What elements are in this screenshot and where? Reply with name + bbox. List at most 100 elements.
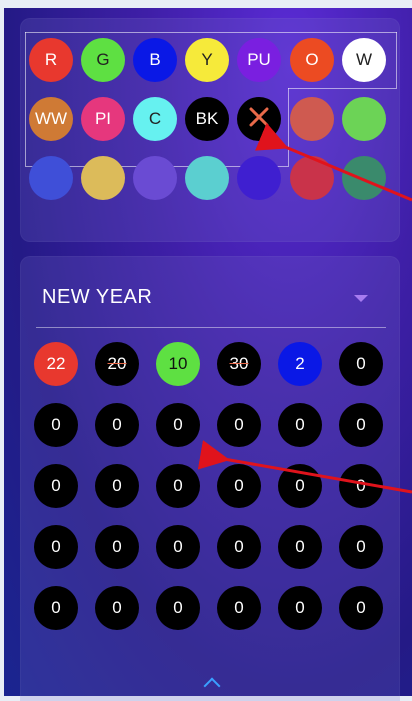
- palette-frame-inner: [288, 88, 289, 166]
- memory-slot[interactable]: 0: [156, 525, 200, 569]
- memory-slot[interactable]: 0: [95, 464, 139, 508]
- memory-dropdown[interactable]: NEW YEAR: [42, 286, 382, 312]
- memory-slot-value: 0: [356, 354, 366, 373]
- memory-slot[interactable]: 0: [339, 342, 383, 386]
- memory-slot[interactable]: 0: [339, 586, 383, 630]
- memory-slot-value: 0: [356, 415, 366, 434]
- swatch-label: B: [149, 50, 161, 69]
- memory-slot[interactable]: 0: [339, 403, 383, 447]
- swatch-label: W: [355, 50, 373, 69]
- memory-slot[interactable]: 30: [217, 342, 261, 386]
- color-swatch-pi[interactable]: PI: [81, 97, 125, 141]
- custom-color-swatch[interactable]: [342, 156, 386, 200]
- custom-color-swatch[interactable]: [237, 156, 281, 200]
- memory-slot[interactable]: 0: [339, 464, 383, 508]
- memory-slot-value: 0: [173, 415, 183, 434]
- memory-slot[interactable]: 0: [95, 586, 139, 630]
- memory-slot-value: 0: [356, 598, 366, 617]
- custom-color-swatch[interactable]: [342, 97, 386, 141]
- memory-slot[interactable]: 0: [95, 403, 139, 447]
- memory-slot-value: 30: [229, 354, 249, 373]
- memory-slot[interactable]: 0: [278, 586, 322, 630]
- memory-slot[interactable]: 0: [278, 403, 322, 447]
- swatch-label: PI: [94, 109, 112, 128]
- memory-slot-value: 0: [356, 537, 366, 556]
- color-swatch-w[interactable]: W: [342, 38, 386, 82]
- memory-slot[interactable]: 0: [217, 525, 261, 569]
- memory-slot[interactable]: 0: [339, 525, 383, 569]
- memory-slot-value: 0: [51, 476, 61, 495]
- memory-slot[interactable]: 0: [34, 464, 78, 508]
- memory-slot-value: 0: [234, 476, 244, 495]
- custom-color-swatch[interactable]: [81, 156, 125, 200]
- memory-slot-value: 0: [295, 415, 305, 434]
- memory-slot-value: 0: [234, 537, 244, 556]
- color-swatch-c[interactable]: C: [133, 97, 177, 141]
- memory-slot-value: 0: [173, 598, 183, 617]
- memory-slot-value: 0: [234, 598, 244, 617]
- memory-slot[interactable]: 0: [95, 525, 139, 569]
- memory-slot[interactable]: 22: [34, 342, 78, 386]
- swatch-label: BK: [195, 109, 219, 128]
- memory-slot[interactable]: 0: [34, 403, 78, 447]
- palette-frame-top: [25, 32, 397, 33]
- palette-frame-step: [288, 88, 397, 89]
- color-swatch-pu[interactable]: PU: [237, 38, 281, 82]
- chevron-down-icon[interactable]: [354, 295, 368, 302]
- swatch-label: PU: [247, 50, 271, 69]
- memory-slot-value: 0: [112, 476, 122, 495]
- memory-slot-value: 0: [51, 415, 61, 434]
- memory-slot[interactable]: 0: [34, 525, 78, 569]
- memory-slot[interactable]: 0: [217, 403, 261, 447]
- memory-slot-value: 10: [168, 354, 188, 373]
- memory-slot[interactable]: 0: [34, 586, 78, 630]
- memory-slot-value: 20: [107, 354, 127, 373]
- divider: [36, 327, 386, 328]
- memory-slot-value: 0: [51, 598, 61, 617]
- memory-slot[interactable]: 0: [278, 525, 322, 569]
- memory-title: NEW YEAR: [42, 286, 153, 308]
- custom-color-swatch[interactable]: [185, 156, 229, 200]
- memory-slot[interactable]: 0: [217, 586, 261, 630]
- memory-slot-value: 2: [295, 354, 305, 373]
- custom-color-swatch[interactable]: [290, 156, 334, 200]
- custom-color-swatch[interactable]: [290, 97, 334, 141]
- memory-slot[interactable]: 0: [278, 464, 322, 508]
- memory-slot-value: 0: [112, 537, 122, 556]
- color-swatch-r[interactable]: R: [29, 38, 73, 82]
- memory-slot[interactable]: 0: [156, 464, 200, 508]
- close-icon: [248, 106, 270, 133]
- custom-color-swatch[interactable]: [29, 156, 73, 200]
- swatch-label: O: [305, 50, 319, 69]
- color-palette-panel: R G B Y PU O W WW PI C BK: [20, 18, 400, 242]
- color-swatch-y[interactable]: Y: [185, 38, 229, 82]
- memory-slot-value: 0: [112, 415, 122, 434]
- memory-slot[interactable]: 0: [217, 464, 261, 508]
- memory-slot[interactable]: 2: [278, 342, 322, 386]
- color-swatch-o[interactable]: O: [290, 38, 334, 82]
- color-swatch-ww[interactable]: WW: [29, 97, 73, 141]
- memory-slot-value: 0: [173, 476, 183, 495]
- memory-slot[interactable]: 0: [156, 586, 200, 630]
- app-background: R G B Y PU O W WW PI C BK NEW YEAR 22 20 10 30 2 0 0 0 0 0 0…: [4, 8, 412, 701]
- memory-slot-value: 22: [46, 354, 66, 373]
- color-swatch-bk[interactable]: BK: [185, 97, 229, 141]
- memory-slot[interactable]: 10: [156, 342, 200, 386]
- color-swatch-b[interactable]: B: [133, 38, 177, 82]
- color-swatch-g[interactable]: G: [81, 38, 125, 82]
- memory-slot[interactable]: 0: [156, 403, 200, 447]
- memory-slot-value: 0: [295, 537, 305, 556]
- memory-slot-value: 0: [356, 476, 366, 495]
- swatch-label: G: [96, 50, 110, 69]
- memory-slot-value: 0: [51, 537, 61, 556]
- swatch-label: R: [44, 50, 58, 69]
- swatch-label: WW: [34, 109, 68, 128]
- memory-slot-value: 0: [112, 598, 122, 617]
- memory-slot-value: 0: [173, 537, 183, 556]
- custom-color-swatch[interactable]: [133, 156, 177, 200]
- swatch-label: C: [148, 109, 162, 128]
- clear-color-button[interactable]: [237, 97, 281, 141]
- memory-slot[interactable]: 20: [95, 342, 139, 386]
- memory-slot-value: 0: [234, 415, 244, 434]
- palette-frame-left: [25, 32, 26, 166]
